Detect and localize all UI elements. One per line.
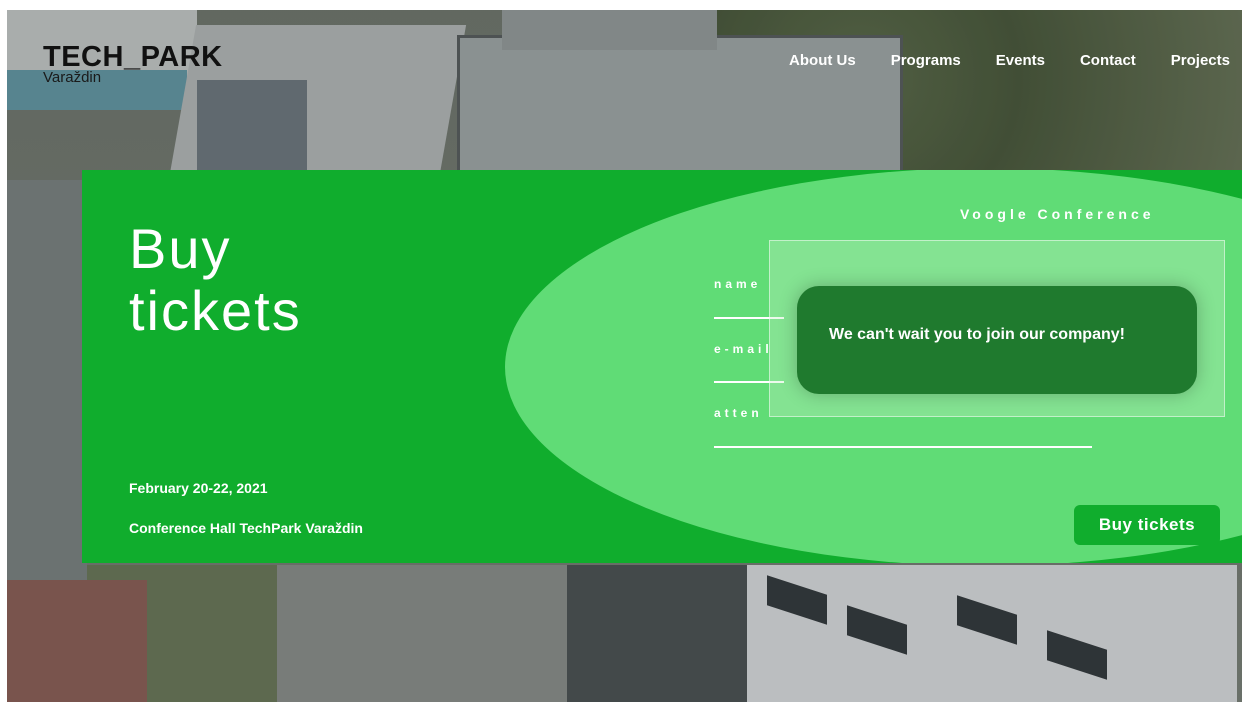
event-date: February 20-22, 2021 [129, 480, 268, 496]
main-nav: About Us Programs Events Contact Project… [754, 52, 1230, 69]
nav-about-us[interactable]: About Us [789, 52, 856, 69]
nav-events[interactable]: Events [996, 52, 1045, 69]
conference-name: Voogle Conference [960, 206, 1155, 222]
banner-title: Buy tickets [129, 218, 302, 342]
banner-title-line1: Buy [129, 217, 232, 280]
popup-message: We can't wait you to join our company! [829, 326, 1125, 343]
attendees-field[interactable] [714, 446, 1092, 448]
nav-projects[interactable]: Projects [1171, 52, 1230, 69]
site-logo[interactable]: TECH_PARK Varaždin [43, 42, 223, 86]
buy-tickets-button[interactable]: Buy tickets [1074, 505, 1220, 545]
logo-title: TECH_PARK [43, 41, 223, 73]
nav-contact[interactable]: Contact [1080, 52, 1136, 69]
attendees-label: atten [714, 406, 763, 420]
banner-title-line2: tickets [129, 279, 302, 342]
confirmation-popup: We can't wait you to join our company! [797, 286, 1197, 394]
page-frame: TECH_PARK Varaždin About Us Programs Eve… [7, 10, 1242, 702]
name-label: name [714, 277, 762, 291]
email-label: e-mail [714, 342, 773, 356]
nav-programs[interactable]: Programs [891, 52, 961, 69]
event-venue: Conference Hall TechPark Varaždin [129, 520, 363, 536]
